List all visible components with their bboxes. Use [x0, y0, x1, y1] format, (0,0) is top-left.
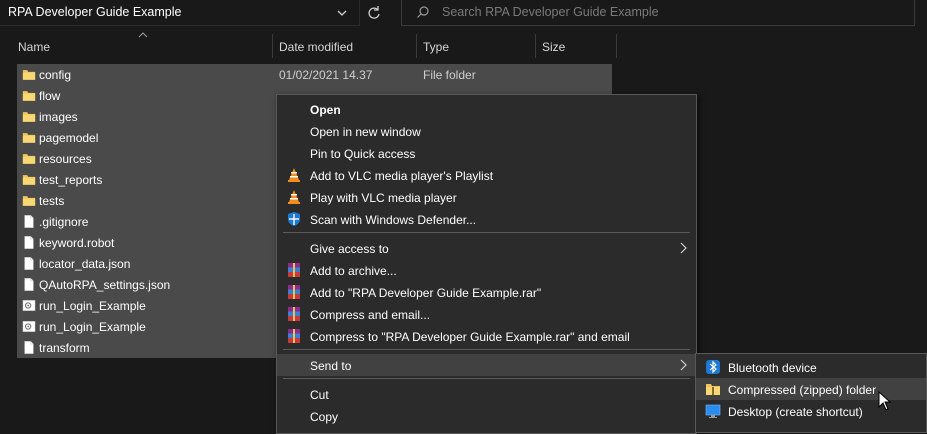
- file-name: flow: [39, 89, 61, 103]
- submenu-item-label: Bluetooth device: [728, 361, 817, 375]
- menu-item-label: Cut: [310, 388, 329, 402]
- address-path: RPA Developer Guide Example: [8, 5, 182, 19]
- menu-separator: [283, 378, 690, 379]
- vlc-icon: [288, 190, 300, 204]
- column-divider[interactable]: [535, 34, 536, 58]
- menu-item-open[interactable]: Open: [277, 98, 696, 120]
- menu-item-label: Add to VLC media player's Playlist: [310, 169, 494, 183]
- file-name: test_reports: [39, 173, 103, 187]
- menu-item-cut[interactable]: Cut: [277, 383, 696, 405]
- settings-file-icon: [22, 320, 36, 333]
- column-divider[interactable]: [272, 34, 273, 58]
- file-date-modified: 01/02/2021 14.37: [279, 68, 373, 82]
- refresh-icon[interactable]: [364, 3, 384, 23]
- menu-item-label: Give access to: [310, 242, 389, 256]
- chevron-right-icon: [680, 242, 687, 254]
- column-divider[interactable]: [616, 34, 617, 58]
- zip-folder-icon: [706, 384, 720, 395]
- address-bar[interactable]: RPA Developer Guide Example: [0, 0, 360, 26]
- folder-icon: [22, 133, 36, 143]
- menu-item-scan-with-windows-defender[interactable]: Scan with Windows Defender...: [277, 208, 696, 230]
- submenu-item-label: Desktop (create shortcut): [728, 405, 863, 419]
- desktop-icon: [705, 404, 721, 418]
- menu-item-label: Copy: [310, 410, 339, 424]
- menu-item-add-to-rpa-developer-guide-example-rar[interactable]: Add to "RPA Developer Guide Example.rar": [277, 281, 696, 303]
- menu-item-label: Open: [310, 103, 341, 117]
- menu-item-label: Compress to "RPA Developer Guide Example…: [310, 330, 630, 344]
- file-name: QAutoRPA_settings.json: [39, 278, 171, 292]
- mouse-pointer-icon: [878, 391, 892, 411]
- menu-separator: [283, 349, 690, 350]
- column-header: Name Date modified Type Size: [0, 32, 927, 60]
- folder-icon: [22, 196, 36, 206]
- menu-item-label: Play with VLC media player: [310, 191, 457, 205]
- menu-item-label: Compress and email...: [310, 308, 431, 322]
- windows-defender-icon: [288, 212, 300, 226]
- chevron-down-icon[interactable]: [335, 6, 349, 20]
- folder-icon: [22, 91, 36, 101]
- winrar-icon: [288, 307, 300, 321]
- column-date-modified[interactable]: Date modified: [279, 34, 353, 60]
- menu-item-label: Send to: [310, 359, 352, 373]
- menu-item-add-to-vlc-media-player-s-playlist[interactable]: Add to VLC media player's Playlist: [277, 164, 696, 186]
- folder-icon: [22, 70, 36, 80]
- column-divider[interactable]: [416, 34, 417, 58]
- top-bar: RPA Developer Guide Example Search RPA D…: [0, 0, 927, 30]
- file-name: tests: [39, 194, 65, 208]
- menu-item-pin-to-quick-access[interactable]: Pin to Quick access: [277, 142, 696, 164]
- column-type[interactable]: Type: [423, 34, 449, 60]
- file-icon: [24, 341, 34, 354]
- file-name: locator_data.json: [39, 257, 131, 271]
- file-icon: [24, 278, 34, 291]
- folder-icon: [22, 112, 36, 122]
- winrar-icon: [288, 263, 300, 277]
- file-icon: [24, 257, 34, 270]
- file-name: run_Login_Example: [39, 299, 146, 313]
- menu-item-give-access-to[interactable]: Give access to: [277, 237, 696, 259]
- bluetooth-icon: [706, 360, 720, 374]
- settings-file-icon: [22, 299, 36, 312]
- column-size[interactable]: Size: [542, 34, 565, 60]
- winrar-icon: [288, 329, 300, 343]
- menu-item-label: Add to "RPA Developer Guide Example.rar": [310, 286, 542, 300]
- menu-item-label: Scan with Windows Defender...: [310, 213, 477, 227]
- file-type: File folder: [423, 68, 476, 82]
- menu-item-copy[interactable]: Copy: [277, 405, 696, 427]
- chevron-right-icon: [680, 359, 687, 371]
- file-name: pagemodel: [39, 131, 99, 145]
- file-row[interactable]: config 01/02/2021 14.37 File folder: [17, 64, 612, 85]
- menu-item-open-in-new-window[interactable]: Open in new window: [277, 120, 696, 142]
- menu-item-label: Open in new window: [310, 125, 421, 139]
- search-box[interactable]: Search RPA Developer Guide Example: [401, 0, 915, 26]
- file-name: .gitignore: [39, 215, 89, 229]
- file-name: keyword.robot: [39, 236, 115, 250]
- menu-item-label: Add to archive...: [310, 264, 397, 278]
- context-menu: Open Open in new window Pin to Quick acces…: [276, 94, 697, 434]
- file-name: config: [39, 68, 72, 82]
- menu-item-label: Pin to Quick access: [310, 147, 416, 161]
- file-icon: [24, 236, 34, 249]
- menu-separator: [283, 232, 690, 233]
- menu-item-play-with-vlc-media-player[interactable]: Play with VLC media player: [277, 186, 696, 208]
- sort-ascending-icon: [138, 32, 148, 38]
- winrar-icon: [288, 285, 300, 299]
- file-name: images: [39, 110, 78, 124]
- column-name[interactable]: Name: [18, 34, 50, 60]
- file-name: resources: [39, 152, 92, 166]
- vlc-icon: [288, 168, 300, 182]
- menu-item-add-to-archive[interactable]: Add to archive...: [277, 259, 696, 281]
- folder-icon: [22, 154, 36, 164]
- file-icon: [24, 215, 34, 228]
- send-to-bluetooth-device[interactable]: Bluetooth device: [696, 356, 926, 378]
- folder-icon: [22, 175, 36, 185]
- search-input[interactable]: Search RPA Developer Guide Example: [442, 5, 659, 19]
- search-icon: [417, 6, 429, 18]
- file-name: transform: [39, 341, 90, 355]
- menu-item-send-to[interactable]: Send to: [277, 354, 696, 376]
- send-to-submenu: Bluetooth device Compressed (zipped) fold…: [695, 353, 927, 433]
- file-name: run_Login_Example: [39, 320, 146, 334]
- menu-item-compress-to-rpa-developer-guide-example-rar-and-email[interactable]: Compress to "RPA Developer Guide Example…: [277, 325, 696, 347]
- menu-item-compress-and-email[interactable]: Compress and email...: [277, 303, 696, 325]
- submenu-item-label: Compressed (zipped) folder: [728, 383, 877, 397]
